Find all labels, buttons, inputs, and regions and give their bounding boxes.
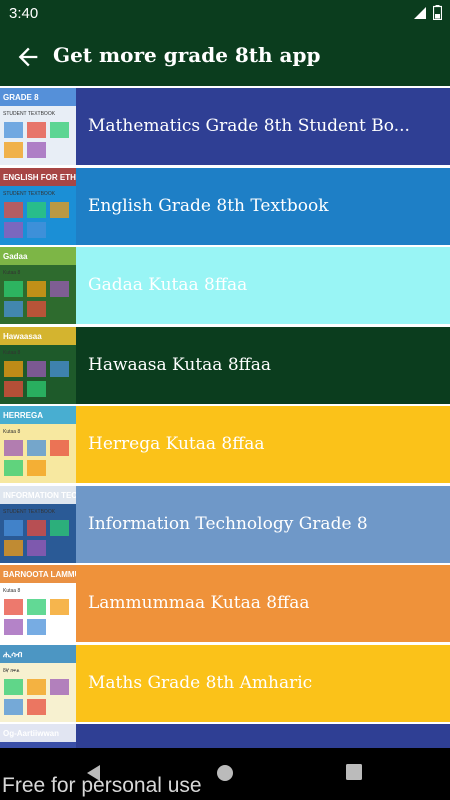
cover-image-block — [27, 519, 46, 536]
list-item-label: Herrega Kutaa 8ffaa — [88, 434, 265, 454]
cover-image-block — [4, 122, 23, 138]
book-cover-thumbnail: Og-Aartiiwwan — [0, 724, 76, 748]
cover-image-block — [4, 698, 23, 715]
list-item[interactable]: BARNOOTA LAMMUMMAA Kutaa 8 Lammummaa Kutaa… — [0, 565, 450, 642]
book-cover-thumbnail: BARNOOTA LAMMUMMAA Kutaa 8 — [0, 565, 76, 642]
cover-image-block — [27, 678, 46, 695]
cover-image-block — [50, 281, 69, 297]
cover-image-block — [50, 599, 69, 615]
cover-title: GRADE 8 — [3, 93, 39, 102]
list-item-label: English Grade 8th Textbook — [88, 195, 329, 216]
cover-title: INFORMATION TECHNOLOGY — [3, 491, 76, 500]
cover-image-block — [50, 122, 69, 138]
cover-image-block — [27, 380, 46, 397]
cover-subtitle: Kutaa 8 — [3, 350, 20, 356]
cover-image-block — [27, 122, 46, 138]
list-item[interactable]: INFORMATION TECHNOLOGY STUDENT TEXTBOOK In… — [0, 485, 450, 563]
app-list[interactable]: GRADE 8 STUDENT TEXTBOOK Mathematics Grade… — [0, 86, 450, 748]
cover-subtitle: Kutaa 8 — [3, 588, 20, 594]
cover-image-block — [4, 142, 23, 158]
watermark-text: Free for personal use — [2, 774, 202, 797]
nav-home-icon[interactable] — [215, 763, 235, 783]
app-bar: Get more grade 8th app — [0, 28, 450, 86]
list-item[interactable]: GRADE 8 STUDENT TEXTBOOK Mathematics Grade… — [0, 88, 450, 165]
cover-image-block — [4, 221, 23, 238]
cover-subtitle: STUDENT TEXTBOOK — [3, 509, 56, 515]
cover-title: Og-Aartiiwwan — [3, 729, 59, 738]
cover-image-block — [4, 380, 23, 397]
book-cover-thumbnail: ENGLISH FOR ETHIOPIA STUDENT TEXTBOOK — [0, 167, 76, 245]
list-item-label: Hawaasa Kutaa 8ffaa — [88, 354, 271, 375]
cover-image-block — [27, 698, 46, 715]
cover-image-block — [27, 440, 46, 456]
status-icons — [413, 5, 442, 20]
book-cover-thumbnail: GRADE 8 STUDENT TEXTBOOK — [0, 88, 76, 165]
cover-image-block — [4, 201, 23, 218]
cover-title: ENGLISH FOR ETHIOPIA — [3, 173, 76, 182]
cover-subtitle: STUDENT TEXTBOOK — [3, 111, 56, 117]
cover-image-block — [27, 360, 46, 377]
book-cover-thumbnail: HERREGA Kutaa 8 — [0, 406, 76, 483]
list-item-label: Maths Grade 8th Amharic — [88, 672, 313, 693]
cover-subtitle: STUDENT TEXTBOOK — [3, 191, 56, 197]
cover-image-block — [50, 360, 69, 377]
book-cover-thumbnail: Gadaa Kutaa 8 — [0, 247, 76, 324]
list-item-label — [88, 724, 438, 748]
list-item-label: Information Technology Grade 8 — [88, 513, 368, 534]
list-item-label: Mathematics Grade 8th Student Bo... — [88, 116, 410, 136]
list-item-label: Lammummaa Kutaa 8ffaa — [88, 593, 310, 613]
list-item[interactable]: HERREGA Kutaa 8 Herrega Kutaa 8ffaa — [0, 406, 450, 483]
cover-image-block — [50, 201, 69, 218]
cover-title: ሒሳብ — [3, 650, 23, 659]
cover-image-block — [27, 301, 46, 317]
cover-title: BARNOOTA LAMMUMMAA — [3, 570, 76, 579]
cover-subtitle: 8ኛ ክፍል — [3, 668, 20, 674]
cover-subtitle: Kutaa 8 — [3, 270, 20, 276]
back-arrow-icon[interactable] — [14, 43, 42, 71]
cover-image-block — [50, 678, 69, 695]
cover-image-block — [50, 519, 69, 536]
page-title: Get more grade 8th app — [53, 43, 321, 67]
cover-image-block — [27, 281, 46, 297]
cover-image-block — [27, 619, 46, 635]
cover-image-block — [4, 519, 23, 536]
cover-image-block — [27, 201, 46, 218]
cover-image-block — [4, 301, 23, 317]
signal-icon — [414, 6, 426, 19]
cover-image-block — [27, 599, 46, 615]
list-item[interactable]: Hawaasaa Kutaa 8 Hawaasa Kutaa 8ffaa — [0, 326, 450, 404]
book-cover-thumbnail: ሒሳብ 8ኛ ክፍል — [0, 644, 76, 722]
cover-image-block — [27, 142, 46, 158]
cover-title: Hawaasaa — [3, 332, 42, 341]
book-cover-thumbnail: INFORMATION TECHNOLOGY STUDENT TEXTBOOK — [0, 485, 76, 563]
cover-image-block — [4, 460, 23, 476]
cover-image-block — [27, 539, 46, 556]
cover-title: HERREGA — [3, 411, 43, 420]
cover-subtitle: Kutaa 8 — [3, 429, 20, 435]
status-time: 3:40 — [9, 5, 39, 22]
list-item[interactable]: Gadaa Kutaa 8 Gadaa Kutaa 8ffaa — [0, 247, 450, 324]
list-item[interactable]: ሒሳብ 8ኛ ክፍል Maths Grade 8th Amharic — [0, 644, 450, 722]
list-item-label: Gadaa Kutaa 8ffaa — [88, 275, 248, 295]
cover-image-block — [4, 599, 23, 615]
cover-image-block — [4, 360, 23, 377]
cover-image-block — [4, 440, 23, 456]
cover-image-block — [4, 281, 23, 297]
list-item[interactable]: ENGLISH FOR ETHIOPIA STUDENT TEXTBOOK Engl… — [0, 167, 450, 245]
list-item[interactable]: Og-Aartiiwwan — [0, 724, 450, 748]
cover-image-block — [4, 619, 23, 635]
cover-image-block — [27, 221, 46, 238]
cover-image-block — [4, 539, 23, 556]
cover-image-block — [27, 460, 46, 476]
nav-recents-icon[interactable] — [345, 763, 363, 781]
cover-image-block — [4, 678, 23, 695]
book-cover-thumbnail: Hawaasaa Kutaa 8 — [0, 326, 76, 404]
cover-image-block — [50, 440, 69, 456]
status-bar: 3:40 — [0, 0, 450, 28]
cover-title: Gadaa — [3, 252, 28, 261]
battery-icon — [433, 5, 442, 20]
